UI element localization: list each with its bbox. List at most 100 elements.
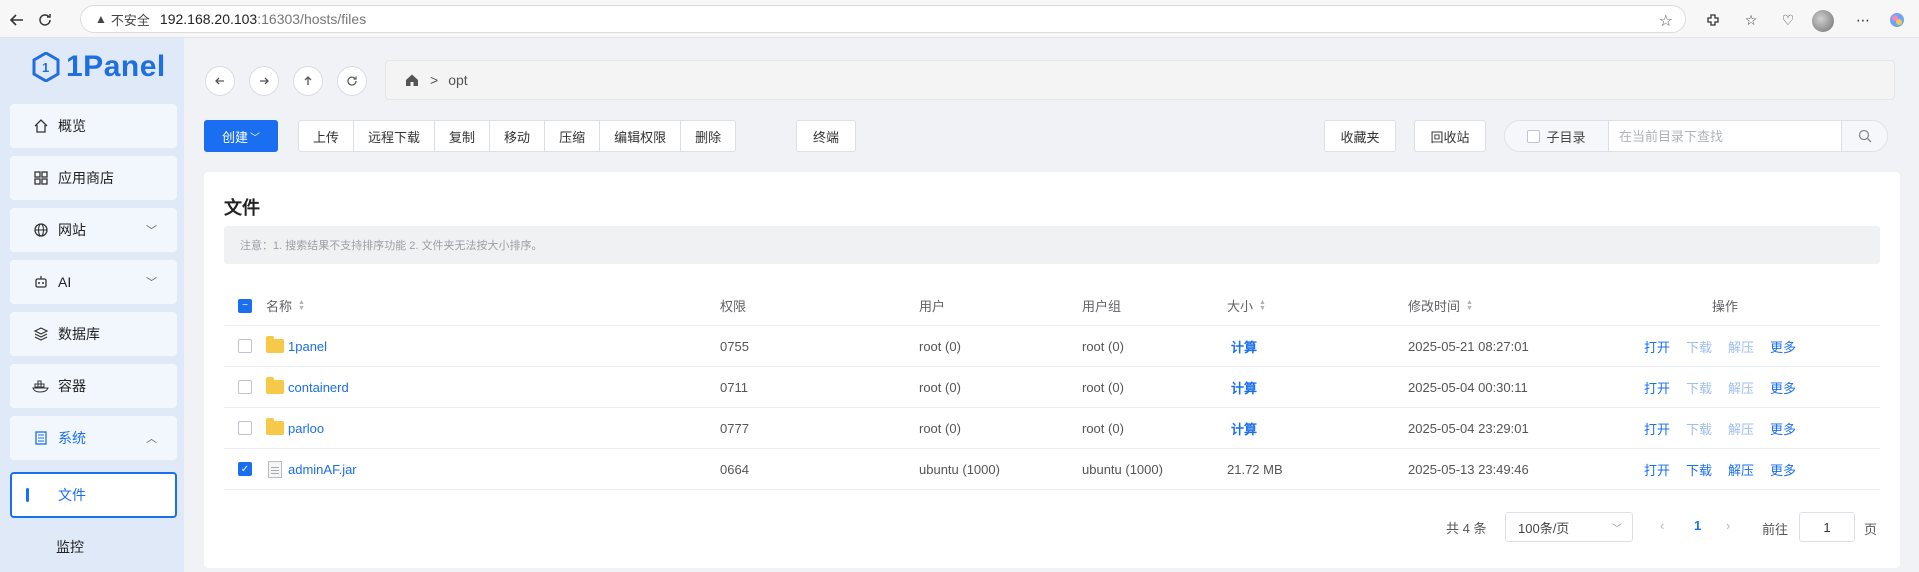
mtime-value: 2025-05-13 23:49:46 (1408, 461, 1529, 477)
sidebar-item-appstore[interactable]: 应用商店 (10, 156, 177, 200)
sidebar-subitem-monitor[interactable]: 监控 (10, 524, 177, 570)
arrow-up-icon (304, 76, 312, 85)
extract-action[interactable]: 解压 (1728, 337, 1754, 356)
delete-button[interactable]: 删除 (681, 121, 735, 151)
file-name-link[interactable]: adminAF.jar (288, 462, 357, 477)
sort-icon[interactable]: ▲ ▼ (298, 299, 305, 312)
address-bar[interactable]: ▲ 不安全 192.168.20.103:16303/hosts/files ☆ (80, 5, 1686, 33)
apps-grid-icon (32, 169, 50, 187)
health-icon[interactable]: ♡ (1777, 9, 1799, 31)
current-page[interactable]: 1 (1694, 518, 1701, 533)
file-name-link[interactable]: parloo (288, 421, 324, 436)
search-input[interactable] (1609, 121, 1841, 151)
compress-button[interactable]: 压缩 (545, 121, 601, 151)
profile-avatar[interactable] (1812, 10, 1834, 32)
forward-button[interactable] (249, 66, 279, 96)
back-button[interactable] (205, 66, 235, 96)
prev-page-button[interactable]: ‹ (1660, 518, 1664, 533)
table-row[interactable]: containerd 0711 root (0) root (0) 计算 202… (224, 367, 1880, 408)
row-checkbox[interactable] (238, 380, 252, 394)
folder-icon (266, 336, 284, 353)
calc-size-link[interactable]: 计算 (1231, 337, 1257, 356)
back-arrow-icon[interactable] (4, 7, 30, 33)
open-action[interactable]: 打开 (1644, 460, 1670, 479)
sort-icon[interactable]: ▲ ▼ (1466, 299, 1473, 312)
extract-action[interactable]: 解压 (1728, 378, 1754, 397)
header-name[interactable]: 名称 ▲ ▼ (266, 286, 305, 325)
subdir-checkbox[interactable]: 子目录 (1505, 121, 1609, 151)
file-name-link[interactable]: containerd (288, 380, 349, 395)
recycle-bin-button[interactable]: 回收站 (1414, 120, 1486, 152)
refresh-button[interactable] (337, 66, 367, 96)
search-button[interactable] (1841, 121, 1887, 151)
extract-action[interactable]: 解压 (1728, 419, 1754, 438)
perm-value[interactable]: 0664 (720, 449, 749, 489)
copilot-icon[interactable] (1886, 9, 1908, 31)
up-button[interactable] (293, 66, 323, 96)
header-size[interactable]: 大小 ▲ ▼ (1227, 286, 1266, 325)
calc-size-link[interactable]: 计算 (1231, 419, 1257, 438)
perm-value[interactable]: 0755 (720, 326, 749, 366)
create-button[interactable]: 创建 ﹀ (204, 120, 278, 152)
extensions-icon[interactable] (1702, 9, 1724, 31)
home-icon[interactable] (404, 72, 420, 88)
logo[interactable]: 1 1Panel (32, 50, 166, 84)
upload-button[interactable]: 上传 (299, 121, 355, 151)
header-mtime[interactable]: 修改时间 ▲ ▼ (1408, 286, 1473, 325)
open-action[interactable]: 打开 (1644, 378, 1670, 397)
reload-icon[interactable] (32, 7, 58, 33)
download-action[interactable]: 下载 (1686, 378, 1712, 397)
perm-value[interactable]: 0711 (720, 367, 748, 407)
1panel-logo-icon: 1 (32, 52, 60, 82)
open-action[interactable]: 打开 (1644, 337, 1670, 356)
more-action[interactable]: 更多 (1770, 378, 1796, 397)
row-checkbox[interactable] (238, 339, 252, 353)
insecure-indicator[interactable]: ▲ 不安全 (95, 10, 150, 29)
open-action[interactable]: 打开 (1644, 419, 1670, 438)
next-page-button[interactable]: › (1726, 518, 1730, 533)
table-row[interactable]: parloo 0777 root (0) root (0) 计算 2025-05… (224, 408, 1880, 449)
goto-page-input[interactable] (1799, 512, 1855, 542)
row-checkbox[interactable] (238, 421, 252, 435)
checkbox[interactable]: − (238, 298, 252, 313)
breadcrumb-segment[interactable]: opt (448, 72, 467, 88)
sidebar-item-overview[interactable]: 概览 (10, 104, 177, 148)
sidebar-item-container[interactable]: 容器 (10, 364, 177, 408)
remote-download-button[interactable]: 远程下载 (354, 121, 436, 151)
sidebar-item-system[interactable]: 系统 ︿ (10, 416, 177, 460)
row-checkbox[interactable]: ✓ (238, 462, 252, 476)
path-breadcrumb[interactable]: > opt (385, 60, 1895, 100)
bookmark-star-icon[interactable]: ☆ (1659, 11, 1673, 31)
sidebar-item-database[interactable]: 数据库 (10, 312, 177, 356)
table-row[interactable]: 1panel 0755 root (0) root (0) 计算 2025-05… (224, 326, 1880, 367)
more-action[interactable]: 更多 (1770, 419, 1796, 438)
url-text[interactable]: 192.168.20.103:16303/hosts/files (160, 11, 366, 27)
sort-icon[interactable]: ▲ ▼ (1259, 299, 1266, 312)
move-button[interactable]: 移动 (490, 121, 546, 151)
more-action[interactable]: 更多 (1770, 460, 1796, 479)
download-action[interactable]: 下载 (1686, 337, 1712, 356)
download-action[interactable]: 下载 (1686, 460, 1712, 479)
copy-button[interactable]: 复制 (435, 121, 491, 151)
server-icon (32, 429, 50, 447)
extract-action[interactable]: 解压 (1728, 460, 1754, 479)
page-size-select[interactable]: 100条/页 ﹀ (1505, 512, 1633, 542)
favorites-icon[interactable]: ☆ (1740, 9, 1762, 31)
sidebar-item-website[interactable]: 网站 ﹀ (10, 208, 177, 252)
table-row[interactable]: ✓ adminAF.jar 0664 ubuntu (1000) ubuntu … (224, 449, 1880, 490)
file-name-link[interactable]: 1panel (288, 339, 327, 354)
more-action[interactable]: 更多 (1770, 337, 1796, 356)
terminal-button[interactable]: 终端 (796, 120, 856, 152)
sidebar-subitem-files[interactable]: 文件 (10, 472, 177, 518)
chevron-down-icon: ﹀ (146, 277, 157, 289)
layers-icon (32, 325, 50, 343)
checkbox[interactable] (1527, 129, 1541, 143)
perm-value[interactable]: 0777 (720, 408, 749, 448)
favorites-button[interactable]: 收藏夹 (1324, 120, 1396, 152)
select-all-checkbox[interactable]: − (238, 286, 252, 325)
download-action[interactable]: 下载 (1686, 419, 1712, 438)
more-menu-icon[interactable]: ⋯ (1852, 9, 1874, 31)
calc-size-link[interactable]: 计算 (1231, 378, 1257, 397)
edit-permission-button[interactable]: 编辑权限 (600, 121, 682, 151)
sidebar-item-ai[interactable]: AI ﹀ (10, 260, 177, 304)
